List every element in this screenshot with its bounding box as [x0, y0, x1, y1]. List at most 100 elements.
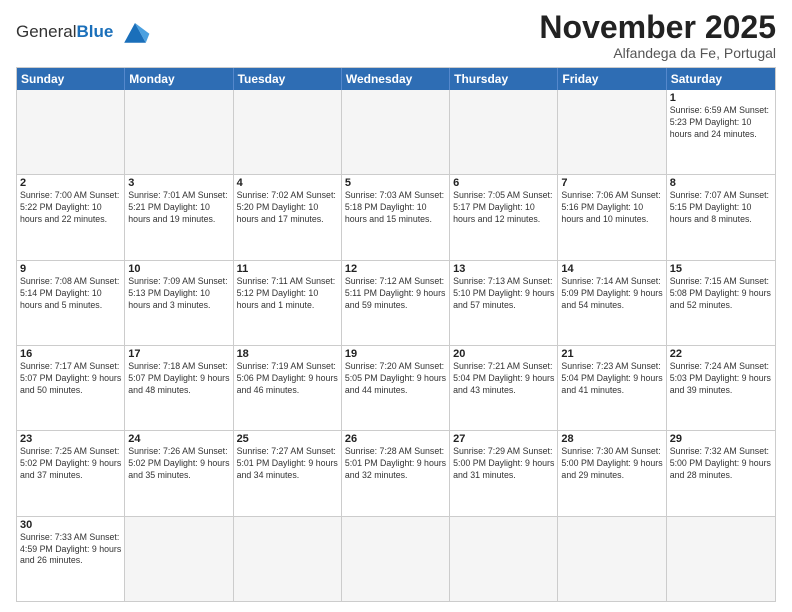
cal-header-monday: Monday	[125, 68, 233, 90]
calendar-row-2: 9Sunrise: 7:08 AM Sunset: 5:14 PM Daylig…	[17, 260, 775, 345]
day-cell-10: 10Sunrise: 7:09 AM Sunset: 5:13 PM Dayli…	[125, 261, 233, 345]
day-number: 26	[345, 433, 446, 445]
day-cell-22: 22Sunrise: 7:24 AM Sunset: 5:03 PM Dayli…	[667, 346, 775, 430]
day-info: Sunrise: 7:03 AM Sunset: 5:18 PM Dayligh…	[345, 190, 446, 226]
day-cell-5: 5Sunrise: 7:03 AM Sunset: 5:18 PM Daylig…	[342, 175, 450, 259]
day-cell-30: 30Sunrise: 7:33 AM Sunset: 4:59 PM Dayli…	[17, 517, 125, 601]
cal-header-saturday: Saturday	[667, 68, 775, 90]
day-number: 12	[345, 263, 446, 275]
day-cell-empty-5-1	[125, 517, 233, 601]
day-info: Sunrise: 7:30 AM Sunset: 5:00 PM Dayligh…	[561, 446, 662, 482]
generalblue-logo-icon	[117, 14, 153, 50]
calendar-row-5: 30Sunrise: 7:33 AM Sunset: 4:59 PM Dayli…	[17, 516, 775, 601]
day-info: Sunrise: 7:33 AM Sunset: 4:59 PM Dayligh…	[20, 532, 121, 568]
calendar-row-0: 1Sunrise: 6:59 AM Sunset: 5:23 PM Daylig…	[17, 90, 775, 174]
day-number: 4	[237, 177, 338, 189]
day-cell-18: 18Sunrise: 7:19 AM Sunset: 5:06 PM Dayli…	[234, 346, 342, 430]
day-cell-27: 27Sunrise: 7:29 AM Sunset: 5:00 PM Dayli…	[450, 431, 558, 515]
day-cell-21: 21Sunrise: 7:23 AM Sunset: 5:04 PM Dayli…	[558, 346, 666, 430]
day-cell-4: 4Sunrise: 7:02 AM Sunset: 5:20 PM Daylig…	[234, 175, 342, 259]
day-cell-12: 12Sunrise: 7:12 AM Sunset: 5:11 PM Dayli…	[342, 261, 450, 345]
day-cell-empty-0-2	[234, 90, 342, 174]
day-info: Sunrise: 7:06 AM Sunset: 5:16 PM Dayligh…	[561, 190, 662, 226]
calendar-body: 1Sunrise: 6:59 AM Sunset: 5:23 PM Daylig…	[17, 90, 775, 601]
day-cell-empty-0-1	[125, 90, 233, 174]
day-cell-16: 16Sunrise: 7:17 AM Sunset: 5:07 PM Dayli…	[17, 346, 125, 430]
day-info: Sunrise: 7:00 AM Sunset: 5:22 PM Dayligh…	[20, 190, 121, 226]
day-number: 8	[670, 177, 772, 189]
day-cell-empty-5-3	[342, 517, 450, 601]
day-number: 18	[237, 348, 338, 360]
day-cell-empty-5-5	[558, 517, 666, 601]
day-number: 25	[237, 433, 338, 445]
day-cell-25: 25Sunrise: 7:27 AM Sunset: 5:01 PM Dayli…	[234, 431, 342, 515]
day-cell-8: 8Sunrise: 7:07 AM Sunset: 5:15 PM Daylig…	[667, 175, 775, 259]
day-cell-empty-5-4	[450, 517, 558, 601]
location: Alfandega da Fe, Portugal	[539, 45, 776, 61]
day-info: Sunrise: 7:24 AM Sunset: 5:03 PM Dayligh…	[670, 361, 772, 397]
day-cell-3: 3Sunrise: 7:01 AM Sunset: 5:21 PM Daylig…	[125, 175, 233, 259]
day-cell-29: 29Sunrise: 7:32 AM Sunset: 5:00 PM Dayli…	[667, 431, 775, 515]
day-number: 20	[453, 348, 554, 360]
page: GeneralBlue November 2025 Alfandega da F…	[0, 0, 792, 612]
day-cell-20: 20Sunrise: 7:21 AM Sunset: 5:04 PM Dayli…	[450, 346, 558, 430]
day-info: Sunrise: 7:14 AM Sunset: 5:09 PM Dayligh…	[561, 276, 662, 312]
day-number: 21	[561, 348, 662, 360]
day-info: Sunrise: 7:27 AM Sunset: 5:01 PM Dayligh…	[237, 446, 338, 482]
month-title: November 2025	[539, 10, 776, 45]
day-cell-26: 26Sunrise: 7:28 AM Sunset: 5:01 PM Dayli…	[342, 431, 450, 515]
day-info: Sunrise: 7:12 AM Sunset: 5:11 PM Dayligh…	[345, 276, 446, 312]
day-cell-23: 23Sunrise: 7:25 AM Sunset: 5:02 PM Dayli…	[17, 431, 125, 515]
day-info: Sunrise: 7:11 AM Sunset: 5:12 PM Dayligh…	[237, 276, 338, 312]
day-info: Sunrise: 7:28 AM Sunset: 5:01 PM Dayligh…	[345, 446, 446, 482]
day-info: Sunrise: 7:02 AM Sunset: 5:20 PM Dayligh…	[237, 190, 338, 226]
day-cell-7: 7Sunrise: 7:06 AM Sunset: 5:16 PM Daylig…	[558, 175, 666, 259]
day-cell-19: 19Sunrise: 7:20 AM Sunset: 5:05 PM Dayli…	[342, 346, 450, 430]
day-number: 7	[561, 177, 662, 189]
day-number: 10	[128, 263, 229, 275]
day-cell-empty-0-5	[558, 90, 666, 174]
day-number: 24	[128, 433, 229, 445]
day-info: Sunrise: 7:09 AM Sunset: 5:13 PM Dayligh…	[128, 276, 229, 312]
day-number: 5	[345, 177, 446, 189]
day-number: 2	[20, 177, 121, 189]
day-number: 3	[128, 177, 229, 189]
day-cell-1: 1Sunrise: 6:59 AM Sunset: 5:23 PM Daylig…	[667, 90, 775, 174]
day-info: Sunrise: 7:19 AM Sunset: 5:06 PM Dayligh…	[237, 361, 338, 397]
calendar-header-row: SundayMondayTuesdayWednesdayThursdayFrid…	[17, 68, 775, 90]
day-cell-14: 14Sunrise: 7:14 AM Sunset: 5:09 PM Dayli…	[558, 261, 666, 345]
day-number: 6	[453, 177, 554, 189]
day-info: Sunrise: 7:05 AM Sunset: 5:17 PM Dayligh…	[453, 190, 554, 226]
day-cell-empty-5-6	[667, 517, 775, 601]
day-cell-empty-0-3	[342, 90, 450, 174]
cal-header-sunday: Sunday	[17, 68, 125, 90]
day-info: Sunrise: 7:21 AM Sunset: 5:04 PM Dayligh…	[453, 361, 554, 397]
cal-header-thursday: Thursday	[450, 68, 558, 90]
header-right: November 2025 Alfandega da Fe, Portugal	[539, 10, 776, 61]
day-info: Sunrise: 7:32 AM Sunset: 5:00 PM Dayligh…	[670, 446, 772, 482]
day-number: 23	[20, 433, 121, 445]
cal-header-friday: Friday	[558, 68, 666, 90]
calendar-row-1: 2Sunrise: 7:00 AM Sunset: 5:22 PM Daylig…	[17, 174, 775, 259]
day-info: Sunrise: 6:59 AM Sunset: 5:23 PM Dayligh…	[670, 105, 772, 141]
day-info: Sunrise: 7:01 AM Sunset: 5:21 PM Dayligh…	[128, 190, 229, 226]
day-cell-2: 2Sunrise: 7:00 AM Sunset: 5:22 PM Daylig…	[17, 175, 125, 259]
day-number: 9	[20, 263, 121, 275]
day-cell-empty-5-2	[234, 517, 342, 601]
day-info: Sunrise: 7:29 AM Sunset: 5:00 PM Dayligh…	[453, 446, 554, 482]
cal-header-wednesday: Wednesday	[342, 68, 450, 90]
day-cell-empty-0-0	[17, 90, 125, 174]
day-cell-28: 28Sunrise: 7:30 AM Sunset: 5:00 PM Dayli…	[558, 431, 666, 515]
day-number: 11	[237, 263, 338, 275]
day-number: 29	[670, 433, 772, 445]
day-info: Sunrise: 7:15 AM Sunset: 5:08 PM Dayligh…	[670, 276, 772, 312]
day-number: 19	[345, 348, 446, 360]
day-number: 13	[453, 263, 554, 275]
day-cell-9: 9Sunrise: 7:08 AM Sunset: 5:14 PM Daylig…	[17, 261, 125, 345]
day-number: 22	[670, 348, 772, 360]
day-number: 30	[20, 519, 121, 531]
day-info: Sunrise: 7:18 AM Sunset: 5:07 PM Dayligh…	[128, 361, 229, 397]
day-number: 14	[561, 263, 662, 275]
day-cell-11: 11Sunrise: 7:11 AM Sunset: 5:12 PM Dayli…	[234, 261, 342, 345]
day-number: 1	[670, 92, 772, 104]
